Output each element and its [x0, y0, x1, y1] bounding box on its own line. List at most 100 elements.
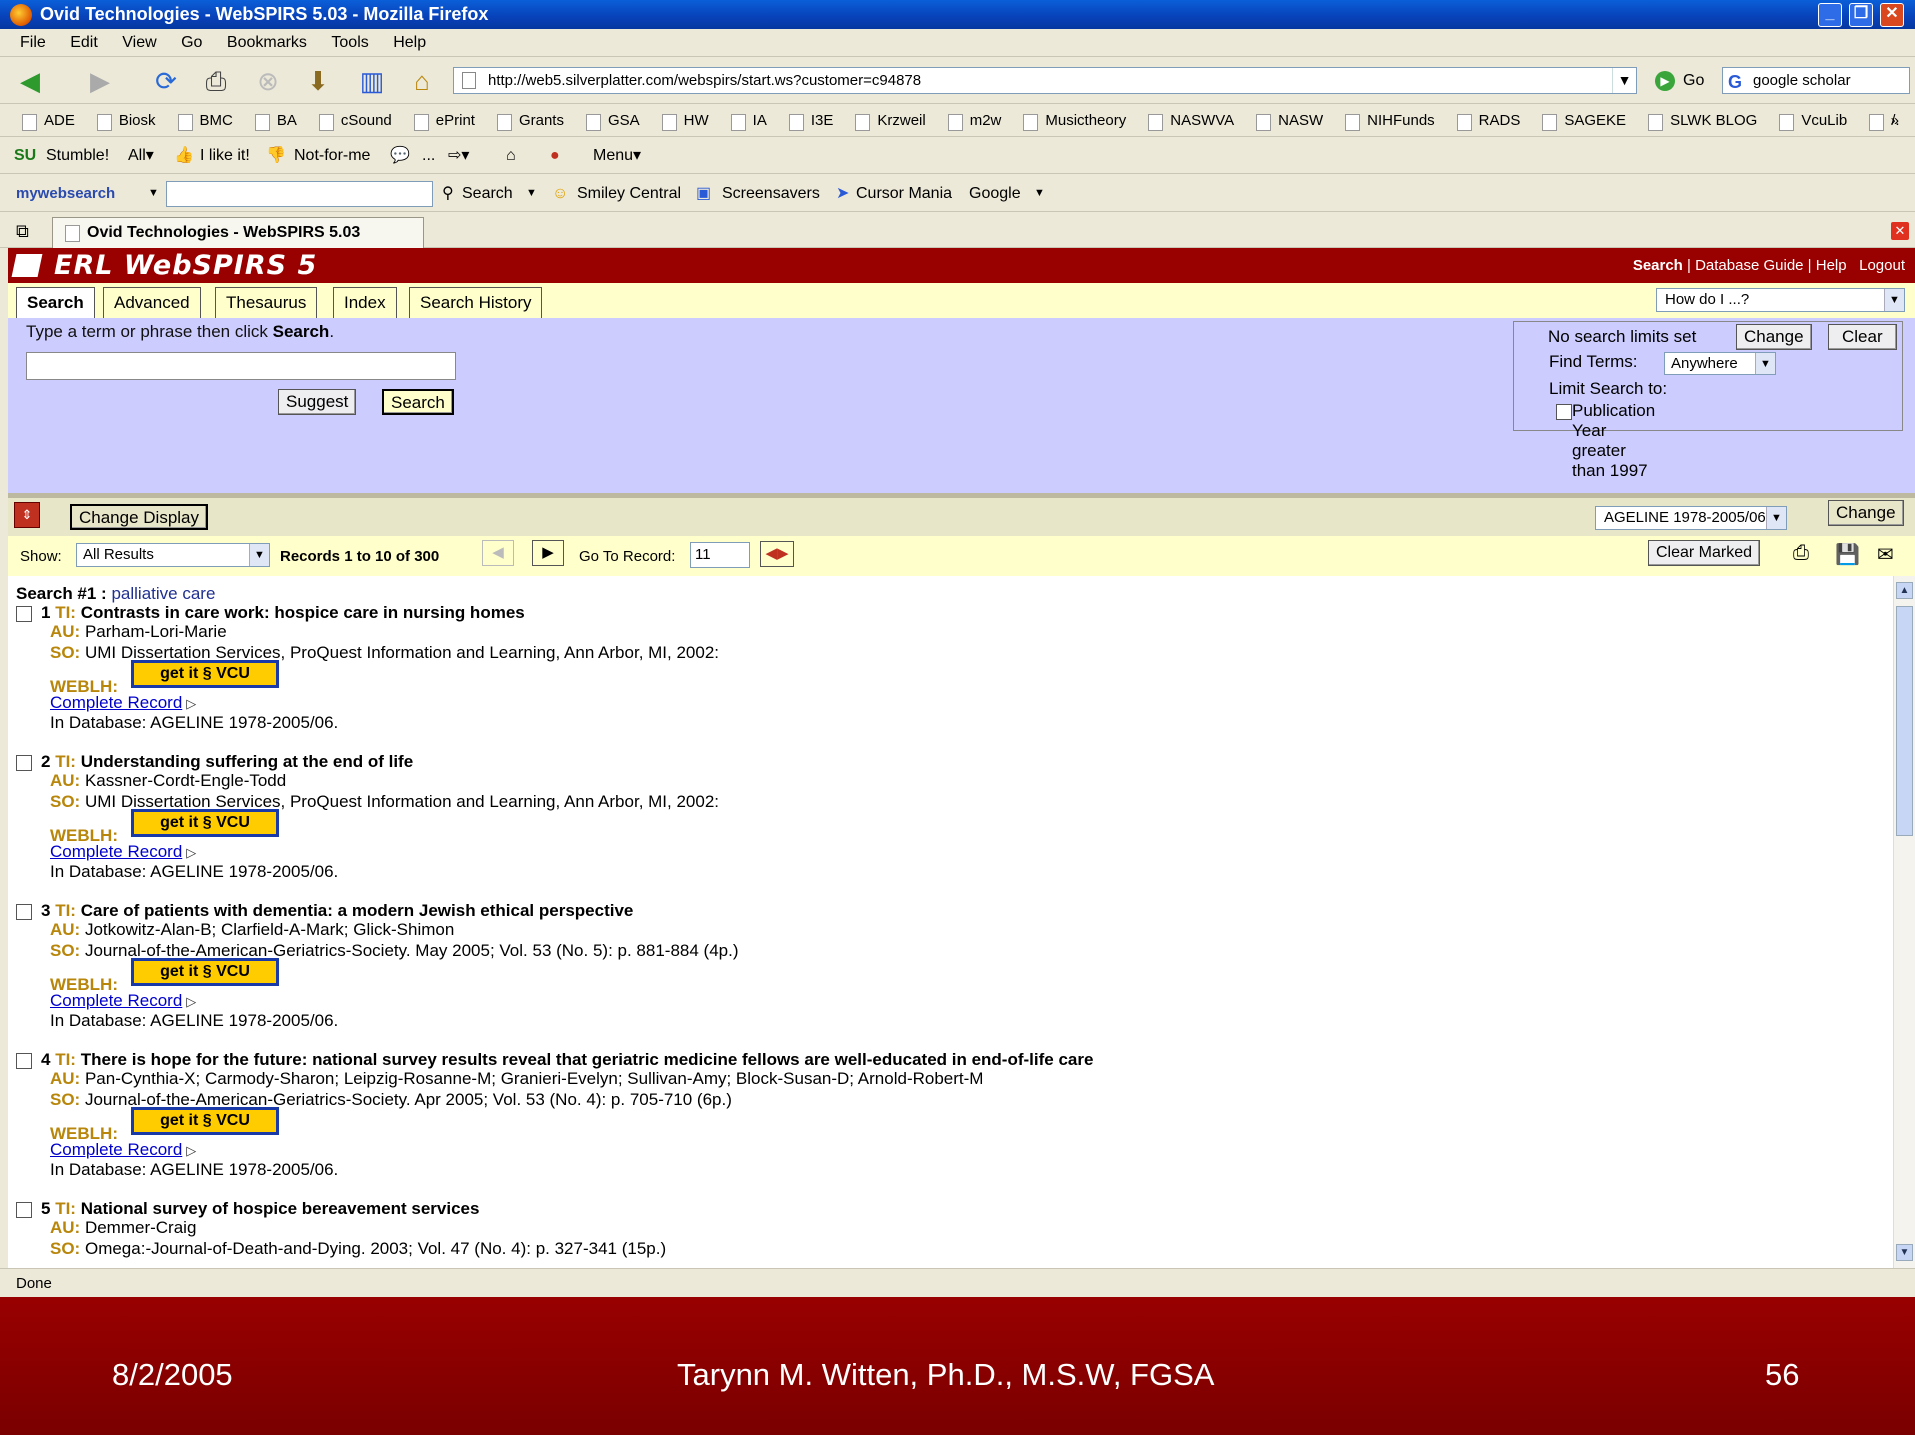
- print-icon[interactable]: ⎙: [200, 65, 232, 97]
- logout-link[interactable]: Logout: [1859, 257, 1905, 274]
- get-it-vcu-button[interactable]: get it § VCU: [131, 809, 279, 837]
- clear-marked-button[interactable]: Clear Marked: [1648, 540, 1761, 566]
- bookmark-item[interactable]: GSA: [585, 105, 640, 136]
- change-display-button[interactable]: Change Display: [70, 504, 209, 530]
- menu-bookmarks[interactable]: Bookmarks: [227, 34, 307, 51]
- search-term-link[interactable]: palliative care: [111, 584, 215, 603]
- download-icon[interactable]: ⬇: [302, 65, 334, 97]
- share-icon[interactable]: ⇨▾: [448, 138, 469, 174]
- scroll-up-icon[interactable]: ▲: [1896, 582, 1913, 599]
- tab-advanced[interactable]: Advanced: [103, 287, 201, 318]
- smiley-central-link[interactable]: Smiley Central: [577, 175, 681, 212]
- limits-change-button[interactable]: Change: [1736, 324, 1812, 350]
- complete-record-link[interactable]: Complete Record: [50, 842, 196, 862]
- minimize-button[interactable]: _: [1818, 3, 1842, 27]
- reload-icon[interactable]: ⟳: [150, 65, 182, 97]
- bookmark-item[interactable]: ADE: [22, 105, 75, 136]
- tab-search[interactable]: Search: [16, 287, 95, 318]
- menu-tools[interactable]: Tools: [331, 34, 368, 51]
- google-search-field[interactable]: Ggoogle scholar: [1722, 67, 1910, 94]
- close-tab-icon[interactable]: ✕: [1891, 222, 1909, 240]
- scrollbar-thumb[interactable]: [1896, 606, 1913, 836]
- menu-view[interactable]: View: [122, 34, 156, 51]
- menu-dropdown[interactable]: Menu▾: [593, 138, 641, 174]
- tab-index[interactable]: Index: [333, 287, 397, 318]
- comment-icon[interactable]: 💬: [390, 138, 410, 174]
- search-button[interactable]: Search: [382, 389, 454, 415]
- bookmark-item[interactable]: BA: [254, 105, 297, 136]
- bookmark-item[interactable]: VcuLib: [1779, 105, 1847, 136]
- not-for-me-button[interactable]: Not-for-me: [294, 138, 370, 174]
- bookmark-item[interactable]: Grants: [496, 105, 564, 136]
- bookmark-item[interactable]: SLWK BLOG: [1648, 105, 1757, 136]
- go-button[interactable]: ▶ Go: [1655, 67, 1704, 94]
- next-page-icon[interactable]: ▶: [532, 540, 564, 566]
- bookmark-item[interactable]: Biosk: [96, 105, 156, 136]
- tab-search-history[interactable]: Search History: [409, 287, 543, 318]
- save-icon[interactable]: 💾: [1835, 542, 1860, 567]
- google-dropdown-icon[interactable]: ▼: [1034, 175, 1045, 212]
- bookmark-item[interactable]: SAGEKE: [1542, 105, 1626, 136]
- new-tab-icon[interactable]: ⧉: [16, 221, 29, 242]
- bookmark-item[interactable]: m2w: [947, 105, 1001, 136]
- get-it-vcu-button[interactable]: get it § VCU: [131, 958, 279, 986]
- show-select[interactable]: All Results ▼: [76, 543, 270, 567]
- bookmark-item[interactable]: IA: [730, 105, 767, 136]
- checkbox-box[interactable]: [1556, 403, 1572, 420]
- goto-record-input[interactable]: 11: [690, 542, 750, 568]
- forward-icon[interactable]: ▶: [84, 65, 116, 97]
- find-terms-select[interactable]: Anywhere ▼: [1664, 352, 1776, 375]
- bookmark-item[interactable]: BMC: [177, 105, 233, 136]
- database-select[interactable]: AGELINE 1978-2005/06 ▼: [1595, 506, 1787, 530]
- menu-help[interactable]: Help: [393, 34, 426, 51]
- toggle-panel-icon[interactable]: ⇕: [14, 502, 40, 528]
- screensavers-link[interactable]: Screensavers: [722, 175, 820, 212]
- complete-record-link[interactable]: Complete Record: [50, 1140, 196, 1160]
- bookmark-item[interactable]: NIHFunds: [1345, 105, 1435, 136]
- url-dropdown-icon[interactable]: ▼: [1612, 68, 1636, 93]
- chevron-more-icon[interactable]: »: [1891, 105, 1899, 136]
- vertical-scrollbar[interactable]: ▲ ▼: [1893, 576, 1915, 1268]
- bookmark-item[interactable]: ePrint: [413, 105, 475, 136]
- menu-go[interactable]: Go: [181, 34, 202, 51]
- bookmark-item[interactable]: Musictheory: [1023, 105, 1126, 136]
- bookmark-item[interactable]: HW: [661, 105, 709, 136]
- print-icon[interactable]: ⎙: [1793, 542, 1809, 565]
- stop-icon[interactable]: ⊗: [252, 65, 284, 97]
- complete-record-link[interactable]: Complete Record: [50, 693, 196, 713]
- record-checkbox[interactable]: [16, 904, 32, 920]
- cursor-mania-link[interactable]: Cursor Mania: [856, 175, 952, 212]
- search-input[interactable]: [26, 352, 456, 380]
- goto-record-icon[interactable]: ◀▶: [760, 541, 794, 567]
- stumble-button[interactable]: Stumble!: [46, 138, 109, 174]
- scroll-down-icon[interactable]: ▼: [1896, 1244, 1913, 1261]
- limits-clear-button[interactable]: Clear: [1828, 324, 1897, 350]
- menu-edit[interactable]: Edit: [70, 34, 98, 51]
- bookmark-item[interactable]: Krzweil: [855, 105, 926, 136]
- back-icon[interactable]: ◀: [14, 65, 46, 97]
- menu-file[interactable]: File: [20, 34, 46, 51]
- prev-page-icon[interactable]: ◀: [482, 540, 514, 566]
- google-link[interactable]: Google: [969, 175, 1021, 212]
- help-link[interactable]: Help: [1816, 257, 1847, 274]
- brand-dropdown-icon[interactable]: ▼: [148, 175, 159, 212]
- search-dropdown-icon[interactable]: ▼: [526, 175, 537, 212]
- browser-tab[interactable]: Ovid Technologies - WebSPIRS 5.03: [52, 217, 424, 248]
- bookmarks-icon[interactable]: ▥: [356, 65, 388, 97]
- record-checkbox[interactable]: [16, 1202, 32, 1218]
- complete-record-link[interactable]: Complete Record: [50, 991, 196, 1011]
- email-icon[interactable]: ✉: [1877, 542, 1894, 567]
- restore-button[interactable]: ❐: [1849, 3, 1873, 27]
- get-it-vcu-button[interactable]: get it § VCU: [131, 1107, 279, 1135]
- record-checkbox[interactable]: [16, 606, 32, 622]
- bookmark-item[interactable]: NASW: [1256, 105, 1323, 136]
- mywebsearch-search-button[interactable]: Search: [462, 175, 513, 212]
- more-dots[interactable]: ...: [422, 138, 435, 174]
- all-dropdown[interactable]: All▾: [128, 138, 154, 174]
- bookmark-item[interactable]: RADS: [1456, 105, 1520, 136]
- like-button[interactable]: I like it!: [200, 138, 250, 174]
- database-change-button[interactable]: Change: [1828, 500, 1904, 526]
- bookmark-item[interactable]: I3E: [788, 105, 833, 136]
- record-checkbox[interactable]: [16, 1053, 32, 1069]
- tab-thesaurus[interactable]: Thesaurus: [215, 287, 318, 318]
